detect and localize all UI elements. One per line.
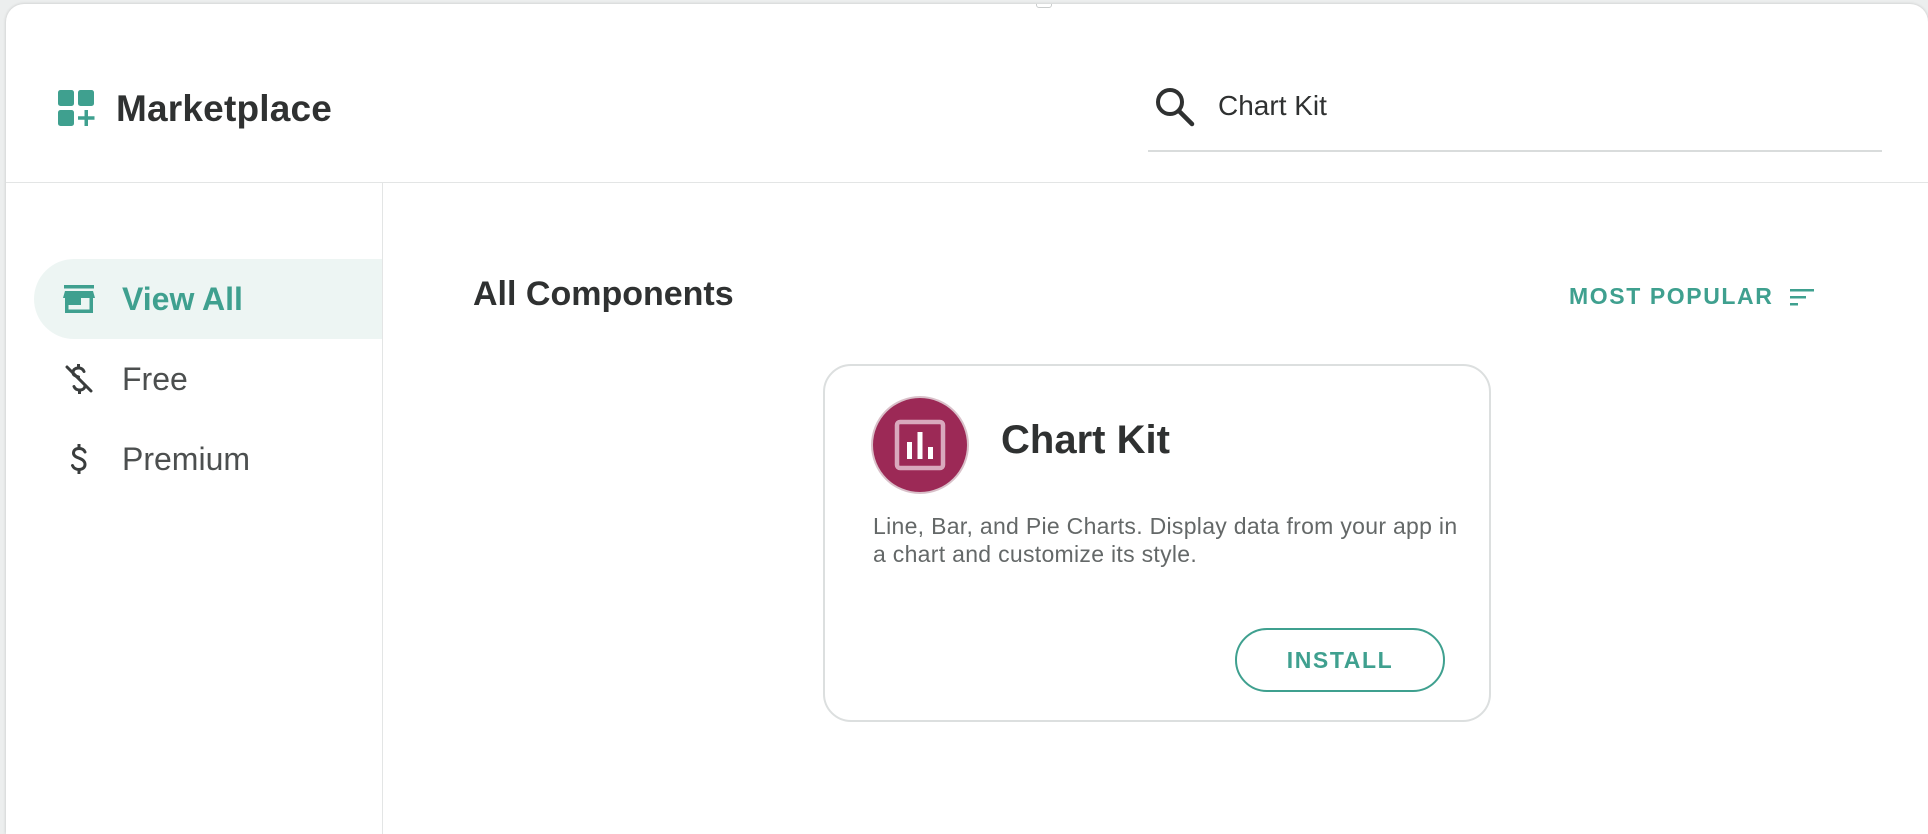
sidebar: View All Free Premium — [6, 183, 383, 834]
sidebar-item-label: View All — [122, 280, 243, 317]
component-description: Line, Bar, and Pie Charts. Display data … — [873, 513, 1458, 567]
apps-add-icon — [58, 90, 95, 126]
component-avatar — [873, 398, 967, 492]
marketplace-window: Marketplace View All — [6, 4, 1928, 834]
money-off-icon — [65, 364, 93, 394]
storefront-icon — [63, 285, 95, 313]
bar-chart-icon — [894, 419, 946, 471]
page-title: Marketplace — [116, 88, 333, 129]
sort-dropdown[interactable]: MOST POPULAR — [1569, 283, 1815, 310]
component-title: Chart Kit — [1001, 418, 1170, 462]
sidebar-item-label: Free — [122, 360, 188, 397]
header: Marketplace — [6, 4, 1928, 183]
search-input[interactable] — [1218, 90, 1838, 122]
brand: Marketplace — [58, 88, 332, 130]
sort-icon — [1790, 288, 1815, 305]
sidebar-item-view-all[interactable]: View All — [34, 259, 382, 339]
section-title: All Components — [473, 275, 734, 313]
main-content: All Components MOST POPULAR Chart Kit Li… — [383, 183, 1928, 834]
install-button[interactable]: INSTALL — [1235, 628, 1445, 692]
sort-label: MOST POPULAR — [1569, 283, 1774, 309]
sidebar-item-free[interactable]: Free — [34, 339, 382, 419]
search-icon[interactable] — [1154, 86, 1196, 128]
sidebar-item-premium[interactable]: Premium — [34, 419, 382, 499]
dollar-icon — [71, 444, 87, 474]
sidebar-item-label: Premium — [122, 440, 251, 477]
component-card[interactable]: Chart Kit Line, Bar, and Pie Charts. Dis… — [823, 364, 1491, 722]
search-bar[interactable] — [1148, 86, 1882, 152]
